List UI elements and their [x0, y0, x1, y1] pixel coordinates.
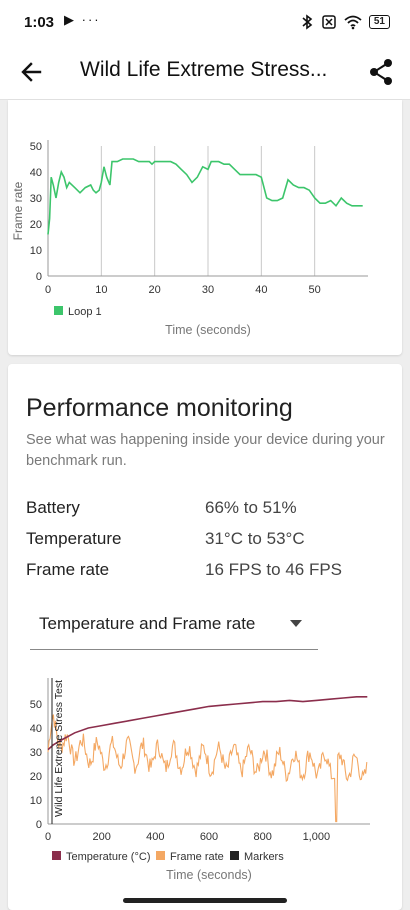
legend-label: Markers [244, 851, 284, 863]
wifi-icon [344, 15, 362, 30]
x-tick-label: 20 [149, 284, 161, 296]
legend-label: Loop 1 [68, 306, 102, 318]
bluetooth-icon [302, 14, 313, 30]
status-time: 1:03 [24, 14, 55, 31]
performance-monitoring-card: Performance monitoring See what was happ… [8, 364, 402, 910]
y-tick-label: 30 [30, 747, 42, 759]
series-line-loop-1 [47, 158, 363, 235]
y-tick-label: 10 [30, 245, 42, 257]
legend-swatch [230, 851, 239, 860]
x-tick-label: 200 [92, 831, 110, 843]
y-tick-label: 50 [30, 699, 42, 711]
app-bar: Wild Life Extreme Stress... [0, 44, 410, 100]
x-tick-label: 600 [200, 831, 218, 843]
x-tick-label: 800 [253, 831, 271, 843]
legend-swatch [54, 306, 63, 315]
y-tick-label: 0 [36, 271, 42, 283]
status-bar: 1:03 ▶ ··· 51 [0, 0, 410, 44]
gesture-nav-handle[interactable] [123, 898, 287, 903]
marker-label: Wild Life Extreme Stress Test [53, 680, 65, 817]
x-tick-label: 50 [309, 284, 321, 296]
x-axis-label: Time (seconds) [165, 323, 251, 337]
frame-rate-chart: 0 10 20 30 40 50 0 10 20 30 40 50 Frame rate Loop 1 Ti… [11, 140, 368, 337]
page-title: Wild Life Extreme Stress... [80, 58, 328, 81]
x-tick-label: 40 [255, 284, 267, 296]
x-tick-label: 0 [45, 284, 51, 296]
x-axis-label: Time (seconds) [166, 868, 252, 882]
x-tick-label: 0 [45, 831, 51, 843]
legend-swatch [156, 851, 165, 860]
status-notification-icons: ▶ ··· [64, 12, 101, 27]
y-tick-label: 40 [30, 167, 42, 179]
x-tick-label: 10 [95, 284, 107, 296]
status-right-icons: 51 [300, 14, 390, 30]
no-sim-icon [322, 15, 336, 29]
y-tick-label: 20 [30, 219, 42, 231]
y-tick-label: 40 [30, 723, 42, 735]
y-tick-label: 10 [30, 795, 42, 807]
x-tick-label: 30 [202, 284, 214, 296]
legend-swatch [52, 851, 61, 860]
frame-rate-chart-card: 0 10 20 30 40 50 0 10 20 30 40 50 Frame rate Loop 1 Ti… [8, 100, 402, 355]
legend-label: Temperature (°C) [66, 851, 150, 863]
share-icon[interactable] [368, 58, 394, 86]
y-tick-label: 50 [30, 141, 42, 153]
y-tick-label: 20 [30, 771, 42, 783]
monitoring-chart: 0 10 20 30 40 50 0 200 400 600 800 1,000 Wild Life E… [30, 678, 370, 882]
y-tick-label: 0 [36, 819, 42, 831]
y-axis-label: Frame rate [11, 181, 25, 240]
x-tick-label: 1,000 [303, 831, 331, 843]
legend-label: Frame rate [170, 851, 224, 863]
series-line-frame-rate [47, 714, 368, 823]
x-tick-label: 400 [146, 831, 164, 843]
arrow-left-icon[interactable] [18, 58, 46, 86]
y-tick-label: 30 [30, 193, 42, 205]
battery-icon: 51 [368, 15, 390, 29]
